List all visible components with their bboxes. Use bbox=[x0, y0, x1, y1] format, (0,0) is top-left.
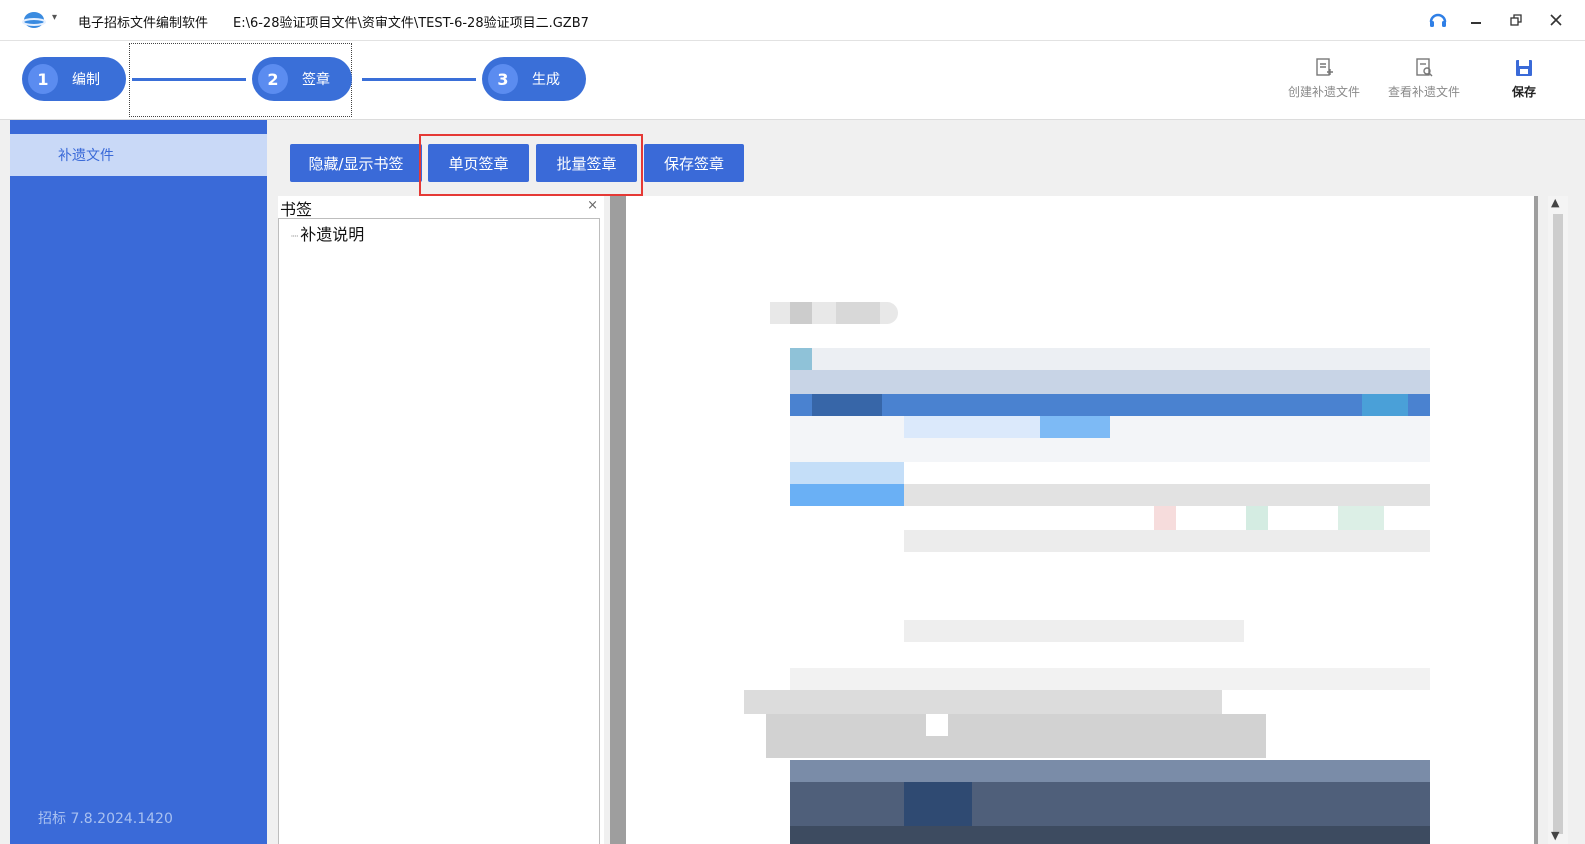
version-text: 招标 7.8.2024.1420 bbox=[38, 811, 173, 827]
bookmark-close-icon[interactable]: × bbox=[587, 198, 598, 213]
step-generate[interactable]: 3 生成 bbox=[482, 57, 586, 101]
view-addendum-label: 查看补遗文件 bbox=[1388, 85, 1461, 99]
view-addendum-button[interactable]: 查看补遗文件 bbox=[1388, 57, 1460, 100]
file-path: E:\6-28验证项目文件\资审文件\TEST-6-28验证项目二.GZB7 bbox=[233, 16, 589, 31]
app-title: 电子招标文件编制软件 bbox=[78, 16, 209, 31]
bookmark-title: 书签 bbox=[280, 200, 313, 219]
save-label: 保存 bbox=[1512, 85, 1537, 99]
step-edit[interactable]: 1 编制 bbox=[22, 57, 126, 101]
step-connector bbox=[362, 78, 476, 81]
highlight-box bbox=[419, 134, 643, 196]
bookmark-panel: 书签 × ┈ 补遗说明 bbox=[278, 196, 604, 844]
sidebar-item-label: 补遗文件 bbox=[58, 148, 114, 164]
title-bar: ▾ 电子招标文件编制软件 E:\6-28验证项目文件\资审文件\TEST-6-2… bbox=[0, 0, 1585, 41]
sidebar-item-addendum[interactable]: 补遗文件 bbox=[10, 134, 267, 176]
restore-icon[interactable] bbox=[1504, 8, 1528, 32]
step-number: 3 bbox=[488, 64, 518, 94]
step-sign[interactable]: 2 签章 bbox=[252, 57, 352, 101]
scroll-up-icon[interactable]: ▲ bbox=[1551, 196, 1559, 209]
bookmark-tree: ┈ 补遗说明 bbox=[278, 218, 600, 844]
steps-bar: 1 编制 2 签章 3 生成 创建补遗文件 查看补遗文件 保存 bbox=[0, 41, 1585, 120]
vertical-scrollbar[interactable]: ▲ ▼ bbox=[1548, 196, 1568, 844]
step-label: 签章 bbox=[302, 72, 330, 88]
tree-line-icon: ┈ bbox=[291, 229, 299, 243]
sidebar: 补遗文件 招标 7.8.2024.1420 bbox=[10, 120, 267, 844]
bookmark-item[interactable]: ┈ 补遗说明 bbox=[291, 221, 364, 245]
scroll-down-icon[interactable]: ▼ bbox=[1551, 829, 1559, 842]
save-button[interactable]: 保存 bbox=[1512, 57, 1536, 100]
step-number: 1 bbox=[28, 64, 58, 94]
create-addendum-label: 创建补遗文件 bbox=[1288, 85, 1361, 99]
save-icon bbox=[1516, 60, 1532, 76]
scroll-thumb[interactable] bbox=[1553, 214, 1563, 834]
bookmark-item-label: 补遗说明 bbox=[300, 225, 365, 244]
step-label: 编制 bbox=[72, 72, 100, 88]
headset-icon[interactable] bbox=[1426, 8, 1450, 32]
menu-caret-icon[interactable]: ▾ bbox=[52, 12, 57, 23]
step-label: 生成 bbox=[532, 72, 560, 88]
minimize-icon[interactable] bbox=[1464, 8, 1488, 32]
create-addendum-button[interactable]: 创建补遗文件 bbox=[1288, 57, 1360, 100]
save-sign-button[interactable]: 保存签章 bbox=[644, 144, 744, 182]
document-viewer[interactable] bbox=[610, 196, 1538, 844]
app-logo-icon[interactable] bbox=[22, 10, 46, 30]
view-file-icon bbox=[1416, 58, 1433, 77]
close-icon[interactable] bbox=[1544, 8, 1568, 32]
create-file-icon bbox=[1316, 58, 1333, 76]
toggle-bookmark-button[interactable]: 隐藏/显示书签 bbox=[290, 144, 422, 182]
document-page bbox=[626, 196, 1534, 844]
step-number: 2 bbox=[258, 64, 288, 94]
